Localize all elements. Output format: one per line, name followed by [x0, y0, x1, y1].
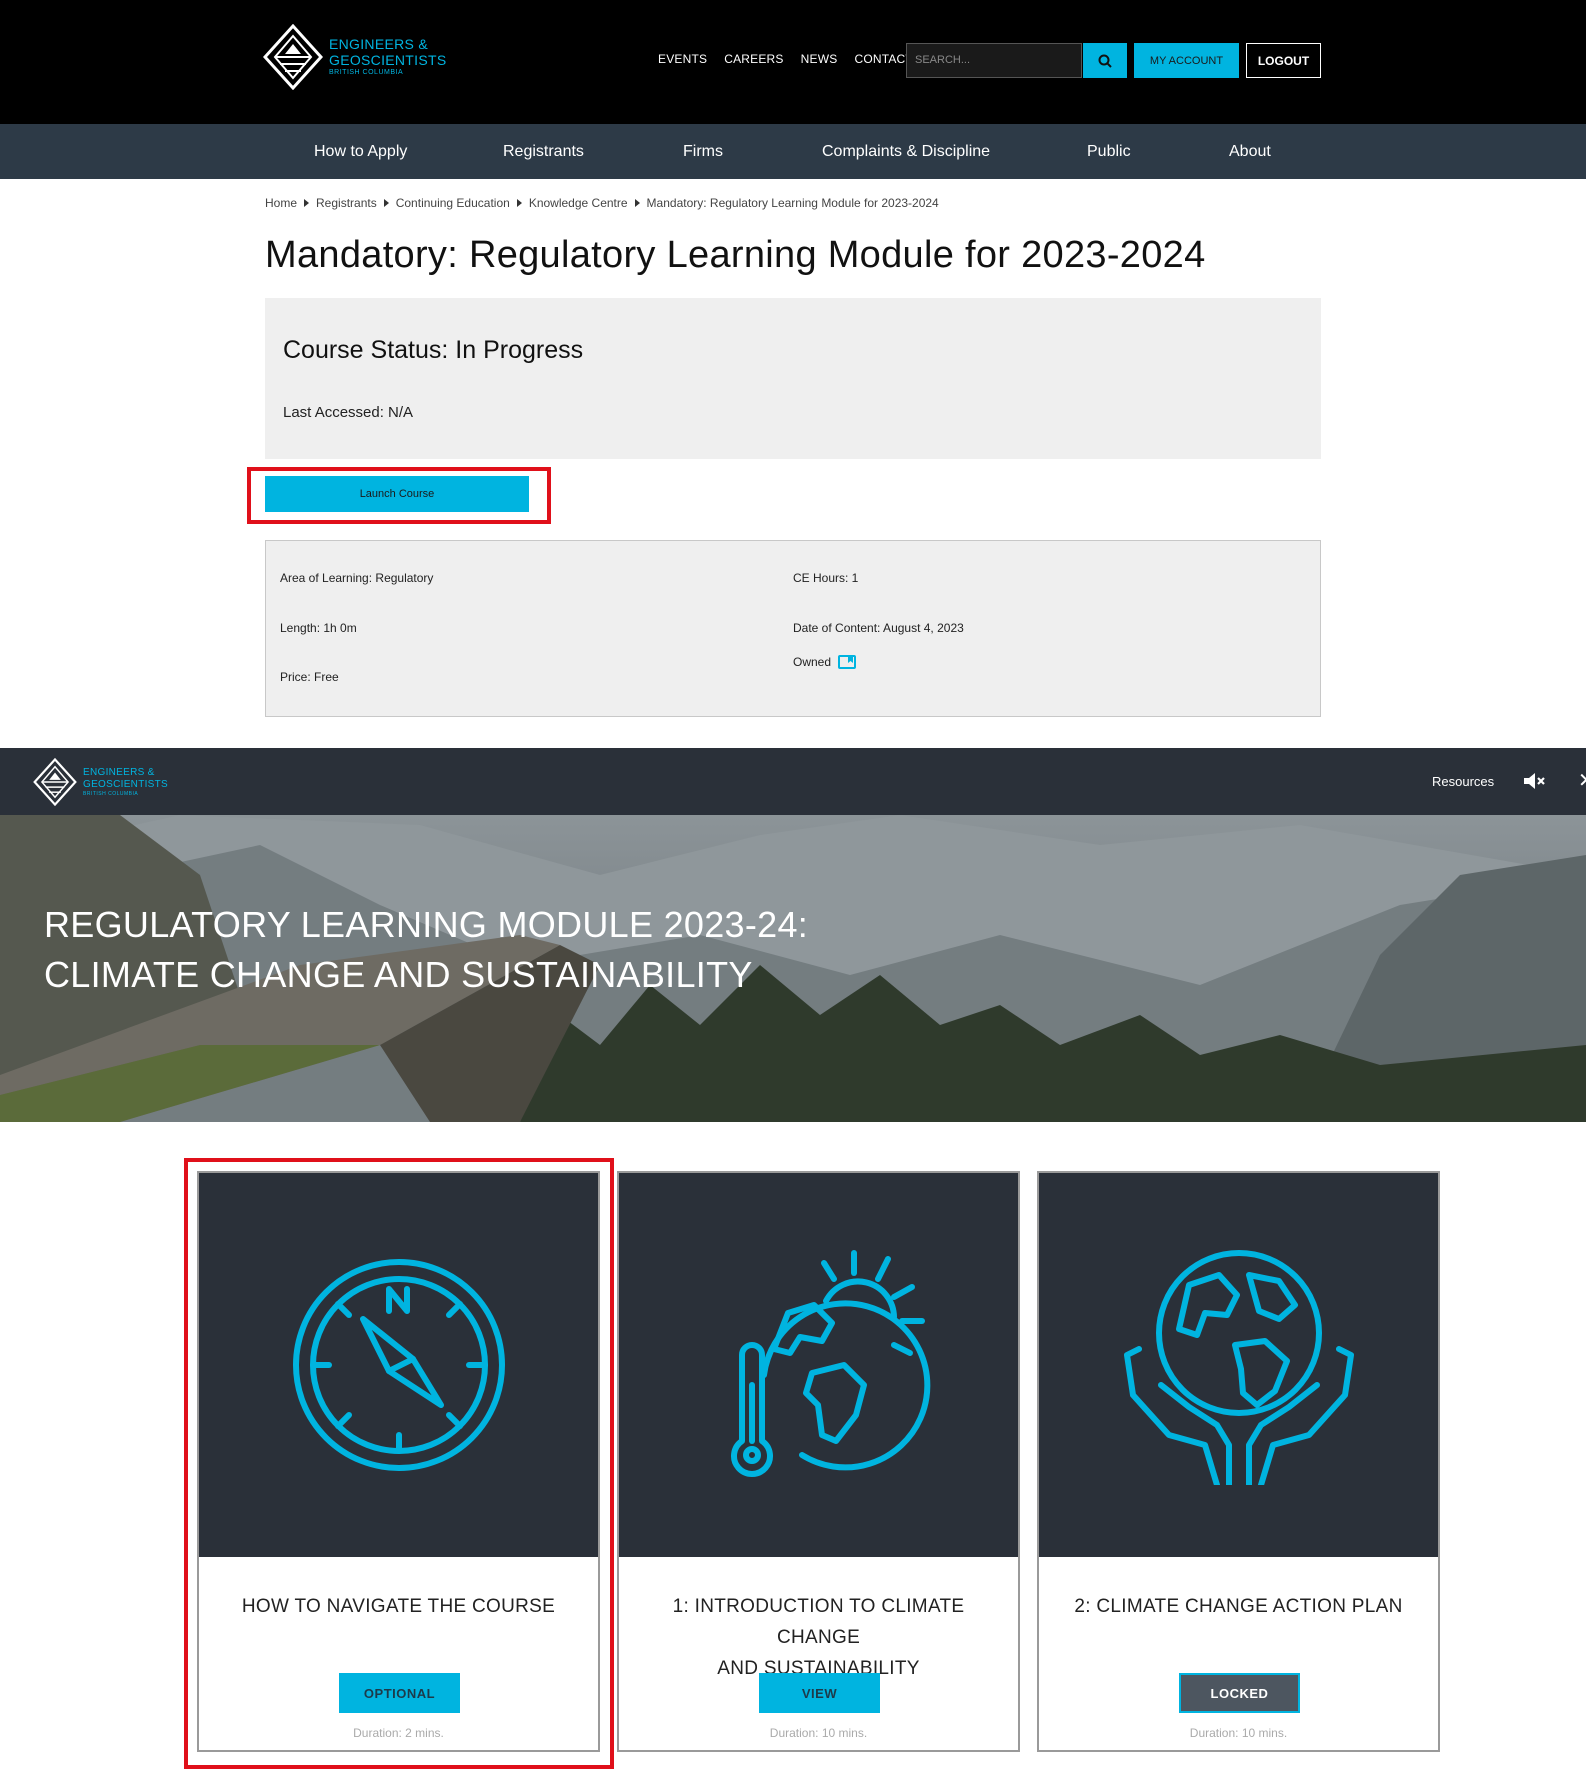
- resources-button[interactable]: Resources: [1432, 774, 1494, 789]
- compass-icon: [292, 1259, 505, 1471]
- page-title: Mandatory: Regulatory Learning Module fo…: [265, 234, 1206, 276]
- nav-link-events[interactable]: EVENTS: [658, 52, 707, 66]
- nav-link-careers[interactable]: CAREERS: [724, 52, 783, 66]
- nav-about[interactable]: About: [1229, 124, 1271, 179]
- breadcrumb-continuing-education[interactable]: Continuing Education: [396, 196, 510, 210]
- logo-text: ENGINEERS & GEOSCIENTISTS BRITISH COLUMB…: [329, 36, 446, 78]
- course-status-title: Course Status: In Progress: [283, 336, 584, 364]
- nav-registrants[interactable]: Registrants: [503, 124, 584, 179]
- breadcrumb-separator-icon: [516, 199, 522, 207]
- site-logo[interactable]: ENGINEERS & GEOSCIENTISTS BRITISH COLUMB…: [263, 24, 446, 90]
- nav-link-contact[interactable]: CONTACT: [854, 52, 913, 66]
- breadcrumb-current: Mandatory: Regulatory Learning Module fo…: [646, 196, 939, 210]
- last-accessed-text: Last Accessed: N/A: [283, 404, 414, 421]
- logo-line-2: GEOSCIENTISTS: [329, 52, 447, 68]
- my-account-button[interactable]: MY ACCOUNT: [1134, 43, 1239, 78]
- breadcrumb: Home Registrants Continuing Education Kn…: [265, 196, 939, 210]
- nav-complaints-discipline[interactable]: Complaints & Discipline: [822, 124, 990, 179]
- nav-firms[interactable]: Firms: [683, 124, 723, 179]
- logo-line-1: ENGINEERS &: [83, 766, 155, 778]
- logo-diamond-icon: [33, 758, 77, 806]
- breadcrumb-registrants[interactable]: Registrants: [316, 196, 377, 210]
- module-card-action-plan[interactable]: 2: CLIMATE CHANGE ACTION PLAN LOCKED Dur…: [1037, 1171, 1440, 1752]
- course-status-panel: Course Status: In Progress Last Accessed…: [265, 298, 1321, 459]
- card-duration: Duration: 2 mins.: [353, 1726, 444, 1740]
- breadcrumb-home[interactable]: Home: [265, 196, 297, 210]
- hero-title: REGULATORY LEARNING MODULE 2023-24: CLIM…: [44, 900, 808, 1000]
- launch-course-button[interactable]: Launch Course: [265, 476, 529, 512]
- hero-title-line-2: CLIMATE CHANGE AND SUSTAINABILITY: [44, 954, 753, 995]
- nav-how-to-apply[interactable]: How to Apply: [314, 124, 407, 179]
- logo-diamond-icon: [263, 24, 323, 90]
- card-art: [199, 1173, 598, 1557]
- breadcrumb-separator-icon: [304, 199, 310, 207]
- nav-public[interactable]: Public: [1087, 124, 1131, 179]
- course-player-bar: ENGINEERS & GEOSCIENTISTS BRITISH COLUMB…: [0, 748, 1586, 815]
- course-details-panel: Area of Learning: Regulatory Length: 1h …: [265, 540, 1321, 717]
- search-input[interactable]: SEARCH...: [906, 43, 1082, 78]
- course-price: Price: Free: [280, 670, 339, 684]
- breadcrumb-knowledge-centre[interactable]: Knowledge Centre: [529, 196, 628, 210]
- card-title: 2: CLIMATE CHANGE ACTION PLAN: [1074, 1596, 1403, 1617]
- view-button[interactable]: VIEW: [759, 1673, 880, 1713]
- utility-nav: EVENTS CAREERS NEWS CONTACT: [658, 52, 913, 66]
- hero-title-line-1: REGULATORY LEARNING MODULE 2023-24:: [44, 904, 809, 945]
- owned-label: Owned: [793, 655, 832, 669]
- area-of-learning: Area of Learning: Regulatory: [280, 571, 434, 585]
- breadcrumb-separator-icon: [634, 199, 640, 207]
- site-header: ENGINEERS & GEOSCIENTISTS BRITISH COLUMB…: [0, 0, 1586, 124]
- search-button[interactable]: [1083, 43, 1127, 78]
- globe-thermometer-icon: [730, 1250, 930, 1477]
- date-of-content: Date of Content: August 4, 2023: [793, 621, 964, 635]
- mute-icon[interactable]: [1522, 770, 1546, 792]
- logout-button[interactable]: LOGOUT: [1246, 43, 1321, 78]
- logo-line-3: BRITISH COLUMBIA: [83, 790, 139, 797]
- card-title: 1: INTRODUCTION TO CLIMATE CHANGE AND SU…: [629, 1591, 1008, 1684]
- nav-link-news[interactable]: NEWS: [801, 52, 838, 66]
- card-duration: Duration: 10 mins.: [769, 1726, 868, 1740]
- player-logo-text: ENGINEERS & GEOSCIENTISTS BRITISH COLUMB…: [83, 767, 168, 798]
- course-length: Length: 1h 0m: [280, 621, 357, 635]
- logo-line-3: BRITISH COLUMBIA: [329, 69, 404, 76]
- ce-hours: CE Hours: 1: [793, 571, 859, 585]
- module-card-introduction[interactable]: 1: INTRODUCTION TO CLIMATE CHANGE AND SU…: [617, 1171, 1020, 1752]
- player-logo: ENGINEERS & GEOSCIENTISTS BRITISH COLUMB…: [33, 758, 168, 806]
- logo-line-1: ENGINEERS &: [329, 36, 428, 52]
- main-nav: How to Apply Registrants Firms Complaint…: [0, 124, 1586, 179]
- card-art: [1039, 1173, 1438, 1557]
- globe-hands-icon: [1123, 1250, 1354, 1485]
- hero-banner: REGULATORY LEARNING MODULE 2023-24: CLIM…: [0, 815, 1586, 1122]
- card-title: HOW TO NAVIGATE THE COURSE: [241, 1596, 556, 1617]
- module-card-navigate[interactable]: HOW TO NAVIGATE THE COURSE OPTIONAL Dura…: [197, 1171, 600, 1752]
- card-title-line-1: 1: INTRODUCTION TO CLIMATE CHANGE: [672, 1596, 965, 1648]
- card-duration: Duration: 10 mins.: [1189, 1726, 1288, 1740]
- optional-button[interactable]: OPTIONAL: [339, 1673, 460, 1713]
- card-art: [619, 1173, 1018, 1557]
- owned-status: Owned: [793, 655, 857, 670]
- owned-book-icon: [838, 655, 857, 670]
- breadcrumb-separator-icon: [383, 199, 389, 207]
- logo-line-2: GEOSCIENTISTS: [83, 778, 169, 790]
- close-player-icon[interactable]: ✕: [1578, 768, 1586, 793]
- locked-button[interactable]: LOCKED: [1179, 1673, 1300, 1713]
- search-icon: [1098, 54, 1112, 68]
